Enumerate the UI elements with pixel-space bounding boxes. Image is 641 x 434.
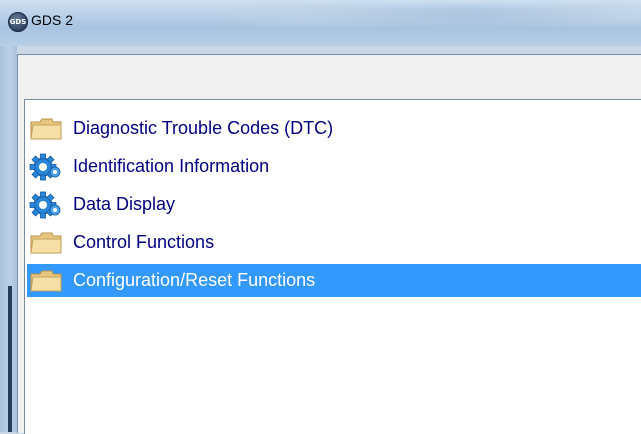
folder-icon [27,115,65,143]
window-title: GDS 2 [31,12,74,28]
tree-item-label: Control Functions [73,232,215,252]
gear-icon [27,191,65,219]
window-frame-left [0,46,17,432]
tree-item-label: Identification Information [73,156,270,176]
tree-item-identification[interactable]: Identification Information [27,150,641,183]
titlebar-background-blur [215,6,641,24]
toolbar-area [18,55,641,99]
window-titlebar[interactable]: GDS GDS 2 [0,0,641,46]
window-client-area: Diagnostic Trouble Codes (DTC) Identific… [17,54,641,434]
tree-item-label: Data Display [73,194,176,214]
gds-app-icon[interactable]: GDS [8,12,28,32]
function-tree-list[interactable]: Diagnostic Trouble Codes (DTC) Identific… [24,99,641,434]
tree-item-configuration-reset[interactable]: Configuration/Reset Functions [27,264,641,297]
tree-item-control-functions[interactable]: Control Functions [27,226,641,259]
tree-item-data-display[interactable]: Data Display [27,188,641,221]
folder-icon [27,267,65,295]
gear-icon [27,153,65,181]
tree-item-label: Diagnostic Trouble Codes (DTC) [73,118,334,138]
frame-shadow [8,286,12,432]
tree-item-label: Configuration/Reset Functions [73,270,316,290]
tree-item-dtc[interactable]: Diagnostic Trouble Codes (DTC) [27,112,641,145]
folder-icon [27,229,65,257]
